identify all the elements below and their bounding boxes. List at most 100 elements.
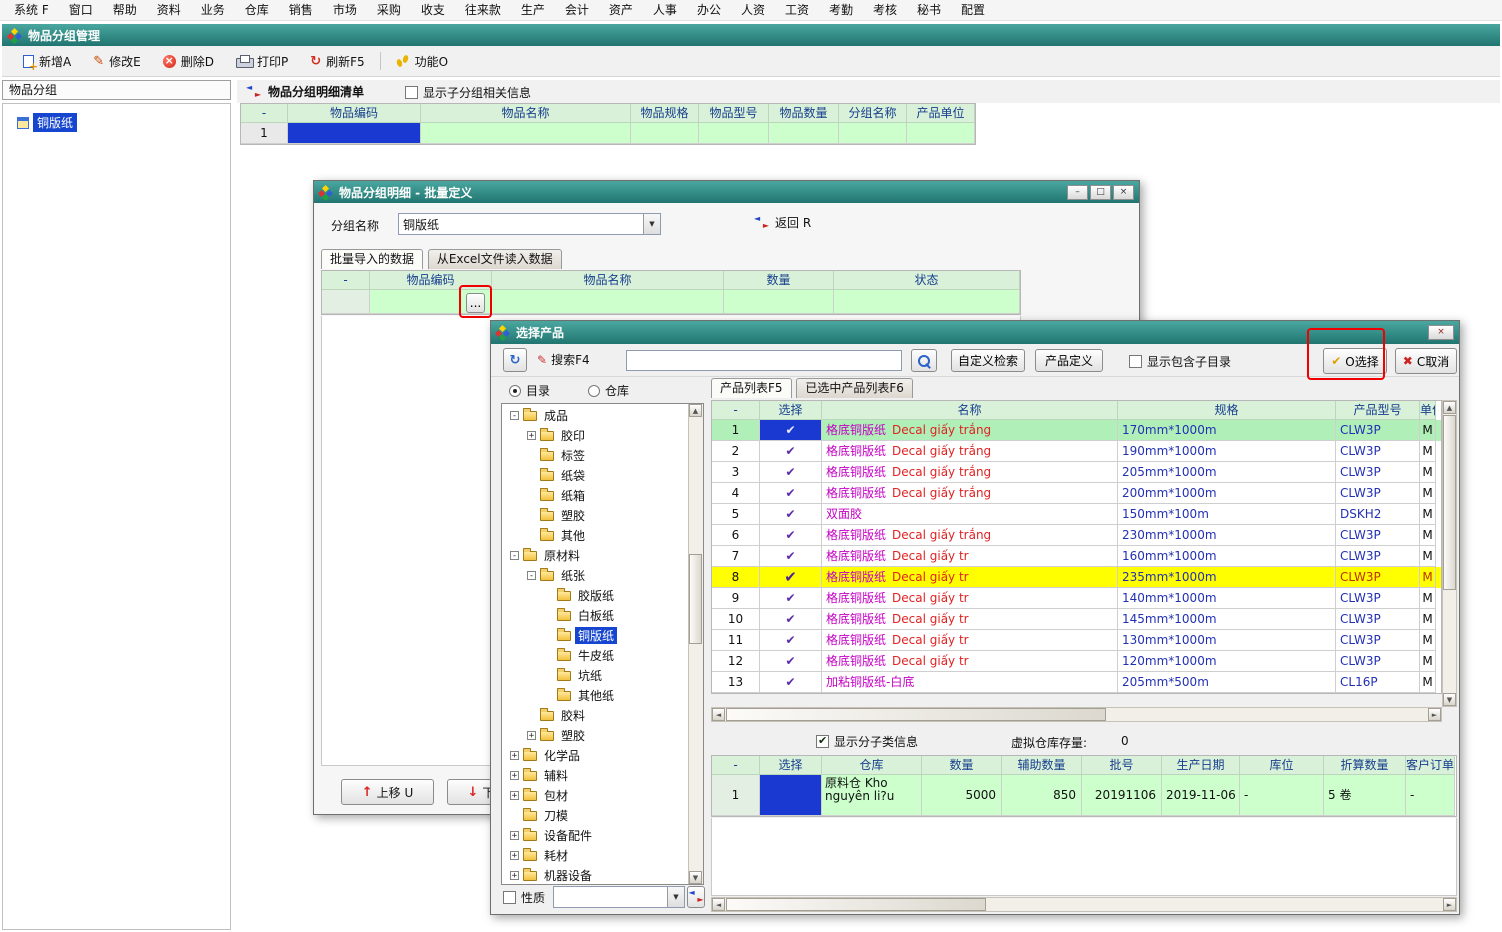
- batch-row[interactable]: [322, 290, 1020, 314]
- return-button[interactable]: 返回 R: [754, 214, 811, 231]
- menu-item[interactable]: 会计: [555, 0, 599, 21]
- expand-toggle-icon[interactable]: -: [510, 551, 519, 560]
- tree-item[interactable]: + 辅料: [502, 765, 688, 785]
- menu-item[interactable]: 销售: [279, 0, 323, 21]
- column-header[interactable]: 物品型号: [699, 104, 769, 123]
- column-header[interactable]: -: [712, 756, 760, 775]
- select-cell[interactable]: [760, 441, 822, 462]
- select-cell[interactable]: [760, 588, 822, 609]
- item-unit-cell[interactable]: [907, 123, 975, 144]
- tab-product-list[interactable]: 产品列表F5: [711, 378, 792, 398]
- function-button[interactable]: 功能O: [385, 50, 459, 73]
- menu-item[interactable]: 人事: [643, 0, 687, 21]
- refresh-button[interactable]: ↻ 刷新F5: [299, 50, 375, 73]
- menu-item[interactable]: 窗口: [59, 0, 103, 21]
- tree-item[interactable]: 牛皮纸: [502, 645, 688, 665]
- column-header[interactable]: 选择: [760, 401, 822, 420]
- column-header[interactable]: 仓库: [822, 756, 922, 775]
- menu-item[interactable]: 仓库: [235, 0, 279, 21]
- column-header[interactable]: 状态: [834, 271, 1020, 290]
- expand-toggle-icon[interactable]: +: [510, 751, 519, 760]
- column-header[interactable]: 生产日期: [1162, 756, 1240, 775]
- scroll-right-icon[interactable]: ►: [1428, 708, 1441, 721]
- product-row[interactable]: 8 格底铜版纸Decal giấy tr 235mm*1000m CLW3P M: [712, 567, 1441, 588]
- product-row[interactable]: 2 格底铜版纸Decal giấy trắng 190mm*1000m CLW3…: [712, 441, 1441, 462]
- print-button[interactable]: 打印P: [225, 50, 299, 73]
- scrollbar-thumb[interactable]: [1443, 415, 1456, 590]
- radio-on-icon[interactable]: [509, 385, 521, 397]
- minimize-button[interactable]: –: [1067, 185, 1088, 200]
- select-cell[interactable]: [760, 651, 822, 672]
- product-row[interactable]: 1 格底铜版纸Decal giấy trắng 170mm*1000m CLW3…: [712, 420, 1441, 441]
- tree-item[interactable]: 其他: [502, 525, 688, 545]
- item-name-cell[interactable]: [421, 123, 631, 144]
- expand-toggle-icon[interactable]: +: [510, 771, 519, 780]
- column-header[interactable]: 名称: [822, 401, 1118, 420]
- checkbox-icon[interactable]: [503, 891, 516, 904]
- column-header[interactable]: 物品名称: [492, 271, 724, 290]
- tab-batch-import[interactable]: 批量导入的数据: [321, 249, 423, 269]
- tree-item[interactable]: + 设备配件: [502, 825, 688, 845]
- tree-item[interactable]: + 耗材: [502, 845, 688, 865]
- scroll-up-icon[interactable]: ▲: [689, 404, 702, 417]
- product-row[interactable]: 11 格底铜版纸Decal giấy tr 130mm*1000m CLW3P …: [712, 630, 1441, 651]
- delete-button[interactable]: 删除D: [152, 50, 225, 73]
- tab-selected-products[interactable]: 已选中产品列表F6: [796, 378, 913, 398]
- swap-button[interactable]: [687, 886, 705, 908]
- column-header[interactable]: 分组名称: [839, 104, 907, 123]
- expand-toggle-icon[interactable]: +: [510, 851, 519, 860]
- tree-item[interactable]: 胶版纸: [502, 585, 688, 605]
- menu-item[interactable]: 人资: [731, 0, 775, 21]
- column-header[interactable]: 产品单位: [907, 104, 975, 123]
- product-define-button[interactable]: 产品定义: [1035, 349, 1103, 372]
- column-header[interactable]: 物品编码: [288, 104, 421, 123]
- table-row[interactable]: 1: [241, 123, 975, 144]
- column-header[interactable]: 折算数量: [1324, 756, 1406, 775]
- menu-item[interactable]: 办公: [687, 0, 731, 21]
- menu-item[interactable]: 工资: [775, 0, 819, 21]
- product-row[interactable]: 10 格底铜版纸Decal giấy tr 145mm*1000m CLW3P …: [712, 609, 1441, 630]
- expand-toggle-icon[interactable]: -: [527, 571, 536, 580]
- menu-item[interactable]: 往来款: [455, 0, 511, 21]
- column-header[interactable]: 库位: [1240, 756, 1324, 775]
- tree-item[interactable]: 铜版纸: [502, 625, 688, 645]
- column-header[interactable]: 物品编码: [370, 271, 492, 290]
- column-header[interactable]: 物品数量: [769, 104, 839, 123]
- column-header[interactable]: -: [241, 104, 288, 123]
- show-subclass-checkbox[interactable]: 显示分子类信息: [816, 733, 918, 750]
- column-header[interactable]: 批号: [1082, 756, 1162, 775]
- column-header[interactable]: 物品规格: [631, 104, 699, 123]
- column-header[interactable]: 产品型号: [1336, 401, 1420, 420]
- scrollbar-thumb[interactable]: [726, 898, 986, 911]
- move-up-button[interactable]: ↑ 上移 U: [341, 779, 434, 805]
- tree-item[interactable]: 标签: [502, 445, 688, 465]
- select-cell[interactable]: [760, 609, 822, 630]
- close-icon[interactable]: ×: [1428, 325, 1454, 340]
- radio-warehouse[interactable]: 仓库: [588, 382, 629, 399]
- scrollbar-thumb[interactable]: [726, 708, 1106, 721]
- checkbox-icon[interactable]: [405, 86, 418, 99]
- show-subgroup-checkbox[interactable]: 显示子分组相关信息: [405, 84, 531, 101]
- new-button[interactable]: 新增A: [12, 50, 82, 73]
- item-code-cell[interactable]: [288, 123, 421, 144]
- stock-row[interactable]: 1 原料仓 Kho nguyên li?u 5000 850 20191106 …: [712, 775, 1456, 816]
- product-row[interactable]: 6 格底铜版纸Decal giấy trắng 230mm*1000m CLW3…: [712, 525, 1441, 546]
- tree-item[interactable]: 纸袋: [502, 465, 688, 485]
- tree-item[interactable]: 纸箱: [502, 485, 688, 505]
- item-spec-cell[interactable]: [631, 123, 699, 144]
- nature-combo[interactable]: ▼: [553, 886, 685, 908]
- search-input[interactable]: [626, 350, 902, 371]
- show-subdir-checkbox[interactable]: 显示包含子目录: [1129, 353, 1231, 370]
- scroll-left-icon[interactable]: ◄: [712, 708, 725, 721]
- select-cell[interactable]: [760, 672, 822, 693]
- select-confirm-button[interactable]: ✔ O选择: [1323, 348, 1387, 374]
- menu-item[interactable]: 生产: [511, 0, 555, 21]
- select-cell[interactable]: [760, 546, 822, 567]
- radio-off-icon[interactable]: [588, 385, 600, 397]
- scroll-right-icon[interactable]: ►: [1443, 898, 1456, 911]
- select-cell[interactable]: [760, 483, 822, 504]
- select-dialog-titlebar[interactable]: 选择产品 ×: [491, 321, 1459, 344]
- batch-dialog-titlebar[interactable]: 物品分组明细 - 批量定义 – □ ×: [314, 181, 1139, 203]
- checkbox-checked-icon[interactable]: [816, 735, 829, 748]
- magnifier-button[interactable]: [911, 349, 937, 372]
